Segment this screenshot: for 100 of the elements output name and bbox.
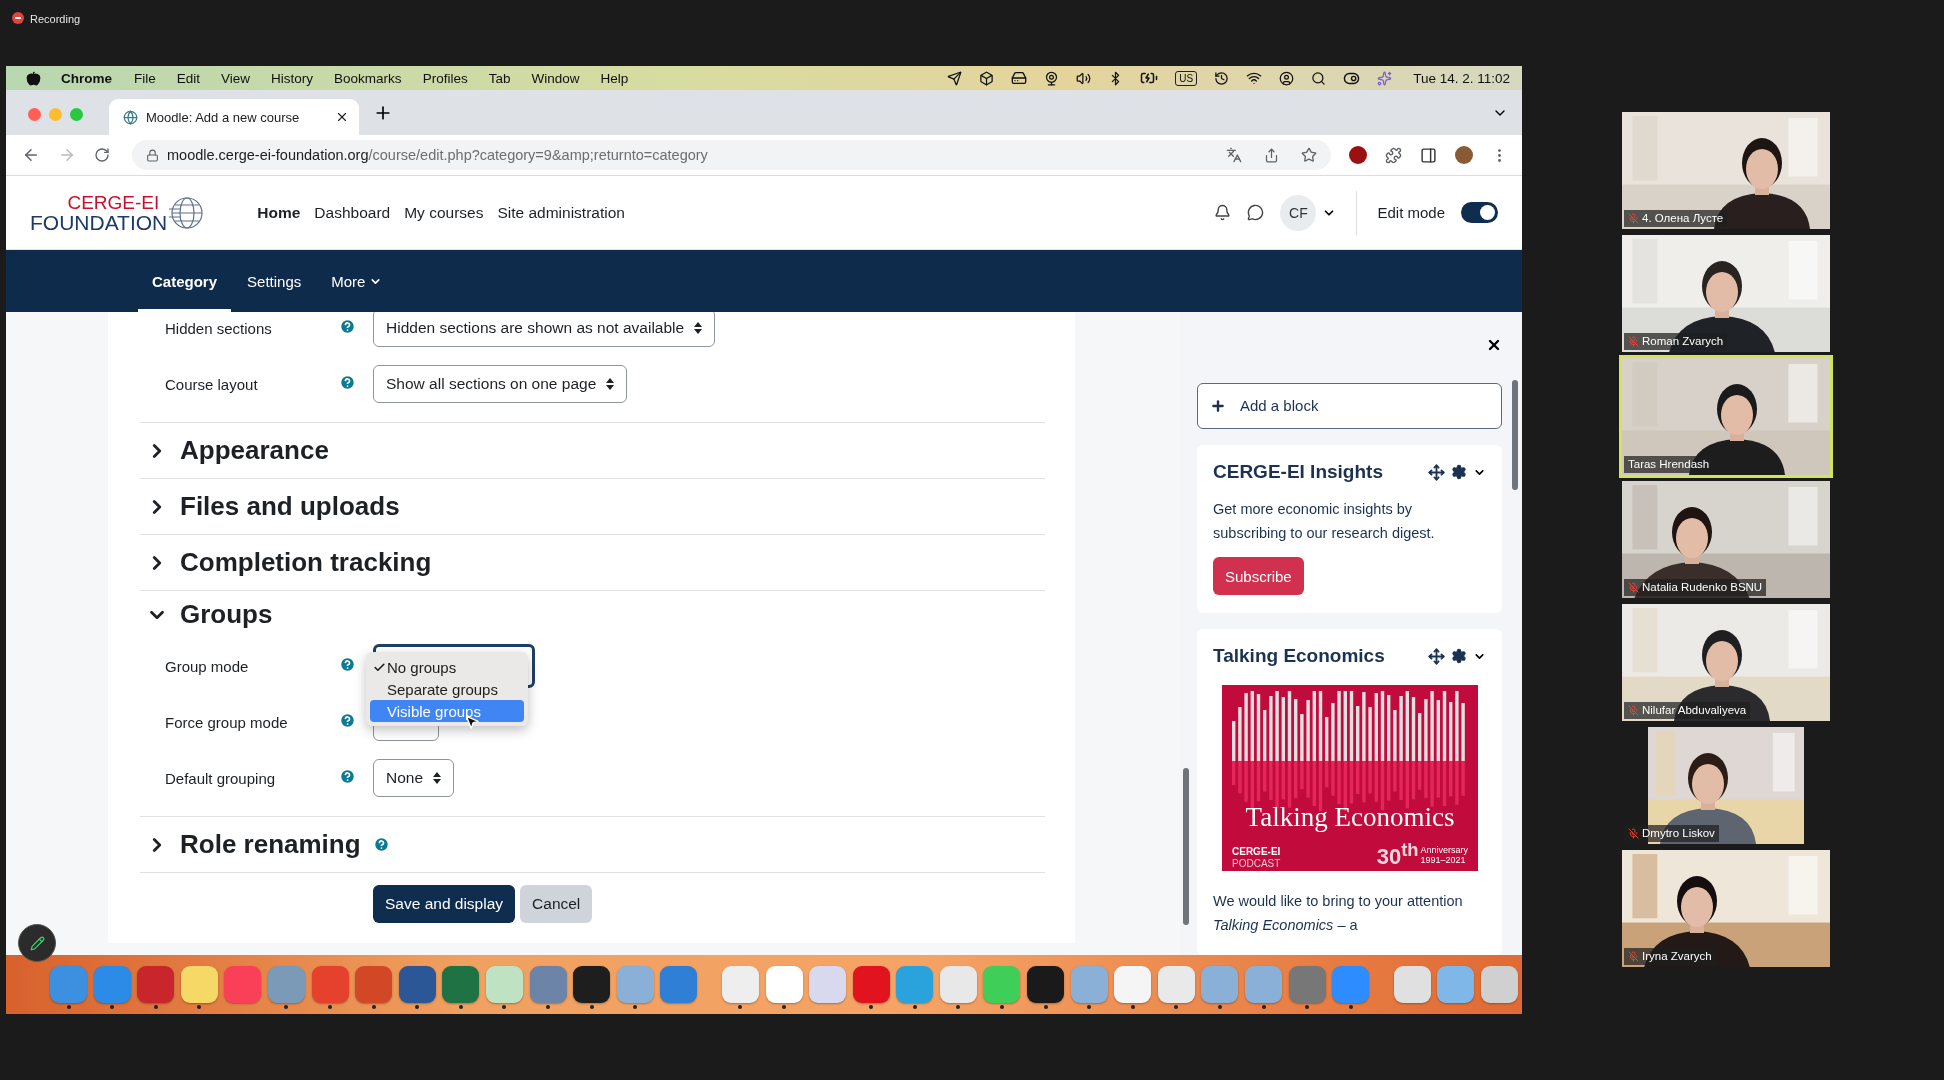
recording-icon [12,12,24,24]
cover-title: Talking Economics [1245,801,1455,833]
menu-item[interactable]: Tab [488,70,511,86]
select-field[interactable]: Hidden sections are shown as not available [373,312,716,347]
app-icon[interactable] [1027,966,1065,1003]
move-icon[interactable] [1428,463,1445,481]
nav-link[interactable]: My courses [404,203,484,222]
help-icon[interactable] [339,767,356,785]
move-icon[interactable] [1428,647,1445,665]
menu-option[interactable]: Separate groups [370,678,524,700]
subscribe-button[interactable]: Subscribe [1213,557,1304,595]
menubar-clock[interactable]: Tue 14. 2. 11:02 [1413,70,1510,86]
edit-mode-switch[interactable] [1461,202,1498,223]
field-label: Default grouping [165,769,277,787]
section-heading[interactable]: Files and uploads [180,491,400,522]
help-icon[interactable] [339,373,356,391]
notification-icon[interactable] [1214,204,1232,221]
select-field[interactable]: Show all sections on one page [373,365,628,403]
nav-link[interactable]: Site administration [497,203,625,222]
volume-icon[interactable] [1076,70,1092,86]
help-icon[interactable] [339,655,356,673]
menu-item[interactable]: File [134,70,156,86]
sort-caret-icon [694,322,703,334]
app-icon[interactable] [573,966,611,1003]
logo-text[interactable]: FOUNDATION [30,211,168,233]
history-icon[interactable] [1214,70,1230,86]
video-tile[interactable]: Nilufar Abduvaliyeva [1622,604,1830,721]
message-icon[interactable] [1247,204,1265,221]
reload-icon[interactable] [94,147,110,163]
participant-name: 4. Олена Лусте [1642,211,1724,226]
send-icon[interactable] [947,70,963,86]
sort-caret-icon [606,378,615,390]
participant-name: Roman Zvarych [1642,334,1724,349]
pencil-icon [29,935,45,951]
wifi-icon[interactable] [1246,70,1263,86]
participant-name: Nilufar Abduvaliyeva [1642,703,1747,718]
input-source-indicator[interactable]: US [1175,70,1198,86]
field-label: Force group mode [165,713,289,731]
menu-item[interactable]: Chrome [61,70,112,86]
settings-icon[interactable] [1451,464,1467,480]
translate-icon[interactable] [1226,147,1242,163]
menu-item[interactable]: Profiles [422,70,468,86]
select-field[interactable]: None [373,759,455,797]
video-tile[interactable]: Roman Zvarych [1622,235,1830,352]
participant-name: Taras Hrendash [1628,457,1710,472]
help-icon[interactable] [339,317,356,335]
menu-item[interactable]: View [221,70,251,86]
extension-icon[interactable] [1349,146,1367,164]
menu-item[interactable]: Edit [176,70,201,86]
close-icon[interactable] [335,110,349,124]
menu-option[interactable]: No groups [370,656,524,678]
scrollbar[interactable] [1183,768,1189,925]
anniversary-years: 1991–2021 [1420,854,1466,865]
sparkle-icon[interactable] [1377,70,1393,86]
save-button[interactable]: Save and display [373,885,516,923]
logo-text[interactable]: CERGE-EI [67,192,160,212]
video-tile[interactable]: Iryna Zvarych [1622,850,1830,967]
video-tile[interactable]: Natalia Rudenko BSNU [1622,481,1830,598]
nav-tab[interactable]: Settings [233,250,316,312]
field-label: Hidden sections [165,319,273,337]
drive-icon[interactable] [1011,70,1028,86]
profile-icon[interactable] [1455,146,1473,164]
menu-item[interactable]: Help [600,70,629,86]
cover-subtitle: PODCAST [1232,858,1281,871]
menu-item[interactable]: Window [531,70,580,86]
block-title: Talking Economics [1213,645,1386,667]
search-icon[interactable] [1311,70,1327,86]
scrollbar[interactable] [1512,380,1518,490]
webcam-icon[interactable] [1044,70,1060,86]
video-tile[interactable]: Taras Hrendash [1622,358,1830,475]
nav-link[interactable]: Home [257,203,301,222]
section-heading[interactable]: Groups [180,599,273,630]
section-heading[interactable]: Completion tracking [180,547,432,578]
help-icon[interactable] [372,836,390,853]
box-icon[interactable] [979,70,995,86]
settings-icon[interactable] [1451,648,1467,664]
menu-item[interactable]: Bookmarks [334,70,402,86]
address-bar[interactable]: moodle.cerge-ei-foundation.org/course/edit.php?category=9&amp;returnto=category [132,140,1331,170]
nav-link[interactable]: Dashboard [314,203,391,222]
section-heading[interactable]: Appearance [180,435,329,466]
puzzle-icon[interactable] [1385,146,1402,164]
participant-name: Natalia Rudenko BSNU [1642,580,1763,595]
browser-tab[interactable]: Moodle: Add a new course [109,99,359,135]
user-avatar[interactable]: CF [1280,194,1317,231]
anniversary-number: 30$^{th}$ [1376,839,1419,871]
apple-icon[interactable] [26,70,41,86]
add-block-button[interactable]: Add a block [1197,382,1502,429]
user-icon[interactable] [1279,70,1295,86]
field-label: Course layout [165,375,259,393]
share-icon[interactable] [1264,147,1279,163]
star-icon[interactable] [1301,147,1317,163]
menu-item[interactable]: History [271,70,314,86]
section-heading[interactable]: Role renaming [180,829,361,860]
video-tile[interactable]: 4. Олена Лусте [1622,112,1830,229]
side-panel-icon[interactable] [1420,146,1437,164]
back-icon[interactable] [22,146,40,164]
cancel-button[interactable]: Cancel [520,885,593,923]
help-icon[interactable] [339,711,356,729]
nav-tab[interactable]: More [317,250,397,312]
menu-option[interactable]: Visible groups [370,700,524,722]
